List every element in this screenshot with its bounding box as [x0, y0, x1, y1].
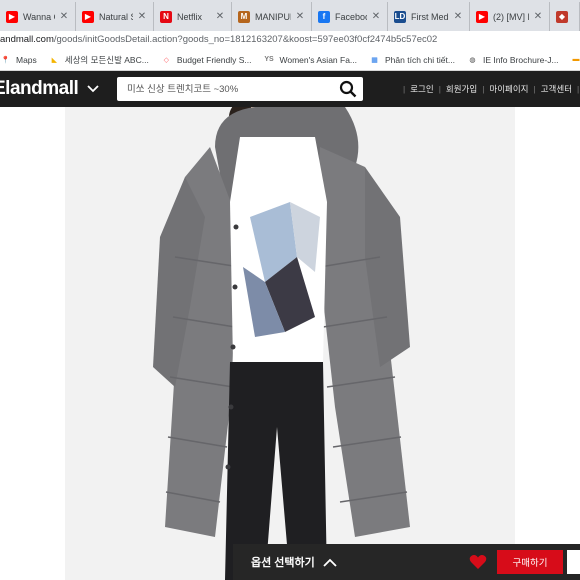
close-tab-icon[interactable]: ✕	[453, 11, 463, 22]
bookmark-label: Budget Friendly S...	[176, 54, 252, 65]
browser-tab-title: (2) [MV] E	[493, 11, 529, 22]
browser-tab[interactable]: ▶ (2) [MV] E ✕	[470, 2, 550, 31]
divider: |	[438, 84, 441, 94]
divider: |	[577, 84, 580, 94]
ys-icon: YS	[264, 56, 274, 63]
bookmark-item[interactable]: ◣ 세상의 모든신발 ABC...	[49, 54, 149, 66]
close-tab-icon[interactable]: ✕	[295, 11, 305, 22]
facebook-icon: f	[318, 10, 330, 23]
close-tab-icon[interactable]: ✕	[215, 11, 225, 22]
browser-tab[interactable]: M MANIPUL ✕	[232, 2, 312, 31]
site-header: Elandmall |로그인|회원가입|마이페이지|고객센터|즐겨	[0, 71, 580, 107]
bookmark-label: IE Info Brochure-J...	[482, 54, 559, 65]
browser-tab[interactable]: ▶ Wanna On ✕	[0, 2, 76, 31]
university-icon: M	[238, 10, 250, 23]
chevron-up-icon	[323, 558, 337, 567]
cart-button[interactable]	[567, 550, 580, 574]
chevron-down-icon[interactable]	[86, 82, 100, 96]
close-tab-icon[interactable]: ✕	[137, 11, 147, 22]
browser-tab-title: Netflix	[177, 11, 203, 22]
youtube-icon: ▶	[6, 10, 18, 23]
browser-tab-title: MANIPUL	[255, 11, 291, 22]
buy-button[interactable]: 구매하기	[497, 550, 563, 574]
top-link[interactable]: 로그인	[410, 83, 433, 95]
search-input[interactable]	[127, 83, 337, 95]
abc-mart-icon: ◣	[51, 56, 57, 64]
address-path: /goods/initGoodsDetail.action?goods_no=1…	[53, 34, 438, 45]
bookmark-item[interactable]: ▬Plans	[571, 54, 580, 65]
close-tab-icon[interactable]: ✕	[533, 11, 543, 22]
product-detail	[0, 107, 580, 580]
grid-icon: ▦	[371, 56, 378, 64]
globe-icon: ◍	[469, 56, 476, 64]
bookmark-item[interactable]: ◍ IE Info Brochure-J...	[467, 54, 559, 65]
purchase-bar: 옵션 선택하기 구매하기	[233, 544, 580, 580]
top-link[interactable]: 마이페이지	[489, 83, 528, 95]
plans-icon: ▬	[572, 56, 580, 63]
search-icon[interactable]	[339, 80, 357, 98]
bookmark-item[interactable]: ▦ Phân tích chi tiết...	[369, 54, 455, 65]
product-photo	[65, 107, 515, 580]
address-host: andmall.com	[0, 34, 54, 45]
top-link[interactable]: 고객센터	[541, 83, 572, 95]
option-select-button[interactable]: 옵션 선택하기	[251, 544, 337, 580]
close-tab-icon[interactable]: ✕	[371, 11, 381, 22]
browser-tab[interactable]: f Facebook ✕	[312, 2, 388, 31]
browser-tab[interactable]: ◆Log	[550, 2, 580, 31]
maps-icon: 📍	[1, 56, 10, 64]
login-icon: ◆	[556, 10, 568, 23]
close-tab-icon[interactable]: ✕	[59, 11, 69, 22]
netflix-icon: N	[160, 10, 172, 23]
search-box	[117, 77, 363, 101]
browser-tab[interactable]: ▶ Natural Sc ✕	[76, 2, 154, 31]
youtube-icon: ▶	[82, 10, 94, 23]
youtube-icon: ▶	[476, 10, 488, 23]
browser-tab[interactable]: LD First Medi ✕	[388, 2, 470, 31]
bookmarks-bar: 📍 Maps ◣ 세상의 모든신발 ABC... ◇ Budget Friendly S.…	[0, 49, 580, 71]
airbnb-icon: ◇	[163, 56, 170, 64]
option-select-label: 옵션 선택하기	[251, 557, 315, 569]
bookmark-label: Maps	[16, 54, 37, 65]
bookmark-label: Phân tích chi tiết...	[385, 54, 455, 65]
site-logo[interactable]: Elandmall	[0, 78, 79, 100]
divider: |	[533, 84, 536, 94]
divider: |	[482, 84, 485, 94]
browser-tab-strip: ▶ Wanna On ✕ ▶ Natural Sc ✕ N Netflix ✕ M MANIPUL ✕…	[0, 0, 580, 31]
browser-tab[interactable]: N Netflix ✕	[154, 2, 232, 31]
bookmark-item[interactable]: ◇ Budget Friendly S...	[161, 54, 252, 65]
browser-tab-title: First Medi	[411, 11, 449, 22]
heart-icon[interactable]	[469, 554, 487, 570]
ld-icon: LD	[394, 10, 406, 23]
bookmark-label: Women's Asian Fa...	[279, 54, 358, 65]
address-bar[interactable]: andmall.com/goods/initGoodsDetail.action…	[0, 31, 580, 49]
top-links: |로그인|회원가입|마이페이지|고객센터|즐겨	[398, 71, 580, 107]
browser-tab-title: Natural Sc	[99, 11, 133, 22]
divider: |	[403, 84, 406, 94]
bookmark-label: 세상의 모든신발 ABC...	[64, 54, 149, 65]
browser-tab-title: Facebook	[335, 11, 367, 22]
bookmark-item[interactable]: 📍 Maps	[0, 54, 37, 65]
bookmark-item[interactable]: YS Women's Asian Fa...	[263, 54, 357, 65]
top-link[interactable]: 회원가입	[446, 83, 477, 95]
browser-tab-title: Wanna On	[23, 11, 55, 22]
